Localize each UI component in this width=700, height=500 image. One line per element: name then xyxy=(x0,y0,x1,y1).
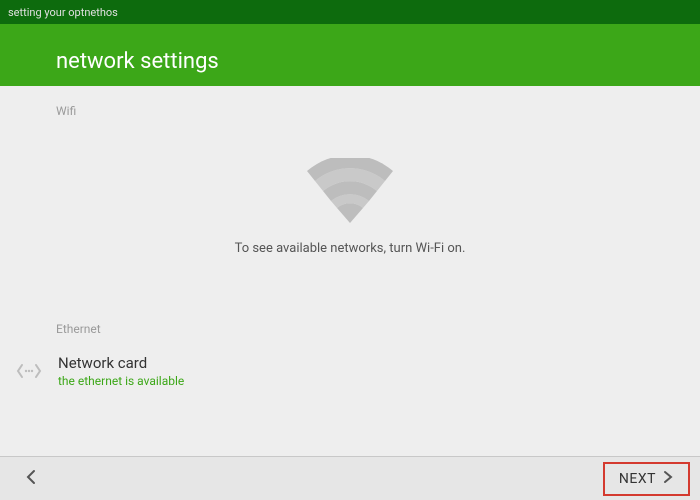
content-area: Wifi To see available networks, turn Wi-… xyxy=(0,86,700,456)
next-button-label: NEXT xyxy=(619,471,656,487)
status-bar-text: setting your optnethos xyxy=(8,6,118,19)
back-button[interactable] xyxy=(10,463,52,495)
chevron-left-icon xyxy=(24,469,38,489)
ethernet-text: Network card the ethernet is available xyxy=(58,354,184,388)
wifi-message: To see available networks, turn Wi-Fi on… xyxy=(28,241,672,256)
ethernet-section: Ethernet Network card the ethernet is av… xyxy=(56,322,700,388)
status-bar: setting your optnethos xyxy=(0,0,700,24)
wifi-icon xyxy=(305,158,395,223)
wifi-section-label: Wifi xyxy=(56,104,700,118)
next-button[interactable]: NEXT xyxy=(603,462,690,496)
wifi-section: Wifi To see available networks, turn Wi-… xyxy=(56,104,700,296)
wifi-empty-state: To see available networks, turn Wi-Fi on… xyxy=(28,128,672,296)
page-title: network settings xyxy=(56,49,219,74)
ethernet-section-label: Ethernet xyxy=(56,322,700,336)
page-header: network settings xyxy=(0,24,700,86)
ethernet-status: the ethernet is available xyxy=(58,374,184,388)
footer-bar: NEXT xyxy=(0,456,700,500)
ethernet-title: Network card xyxy=(58,354,184,372)
ethernet-item[interactable]: Network card the ethernet is available xyxy=(16,346,700,388)
chevron-right-icon xyxy=(662,470,674,488)
ethernet-icon xyxy=(16,362,42,380)
